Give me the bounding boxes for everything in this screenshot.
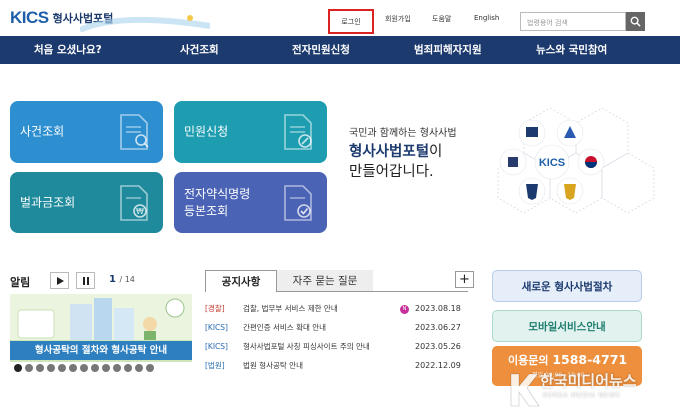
search-button[interactable] xyxy=(626,12,645,31)
slide-dot[interactable] xyxy=(58,364,66,372)
kics-mini-logo: KICS xyxy=(539,157,565,169)
notice-tag: [KICS] xyxy=(205,323,228,332)
slide-dot[interactable] xyxy=(25,364,33,372)
tile-label-line1: 전자약식명령 xyxy=(184,186,251,201)
slide-counter: 1 / 14 xyxy=(109,274,135,285)
promo-suffix: 이 xyxy=(429,144,443,160)
notice-row[interactable]: [KICS] 간편인증 서비스 확대 안내 2023.06.27 xyxy=(205,320,475,336)
notice-title: 검찰, 법무부 서비스 제한 안내 xyxy=(243,304,338,313)
slide-dots xyxy=(14,364,154,372)
nav-item-news[interactable]: 뉴스와 국민참여 xyxy=(536,36,607,64)
main-nav: 처음 오셨나요? 사건조회 전자민원신청 범죄피해자지원 뉴스와 국민참여 xyxy=(0,36,680,64)
tab-divider xyxy=(373,291,468,292)
slide-dot[interactable] xyxy=(146,364,154,372)
slide-dot[interactable] xyxy=(102,364,110,372)
promo-brand: 형사사법포털 xyxy=(349,144,430,160)
tab-faq[interactable]: 자주 묻는 질문 xyxy=(277,270,373,292)
pause-button[interactable] xyxy=(76,272,95,289)
english-link[interactable]: English xyxy=(474,14,499,22)
slide-dot[interactable] xyxy=(36,364,44,372)
agency-hexagon-graphic: KICS xyxy=(497,107,655,214)
contact-label: 이용문의 xyxy=(508,354,549,367)
tile-petition[interactable]: 민원신청 xyxy=(174,101,327,163)
notice-row[interactable]: [KICS] 형사사법포털 사칭 피싱사이트 주의 안내 2023.05.26 xyxy=(205,339,475,355)
tile-label: 민원신청 xyxy=(184,124,229,139)
slide-dot[interactable] xyxy=(69,364,77,372)
new-badge: N xyxy=(400,305,409,314)
notice-date: 2022.12.09 xyxy=(415,361,461,370)
tile-label: 사건조회 xyxy=(20,124,65,139)
slide-dot[interactable] xyxy=(47,364,55,372)
nav-item-e-petition[interactable]: 전자민원신청 xyxy=(292,36,350,64)
promo-line3: 만들어갑니다. xyxy=(349,164,434,180)
help-link[interactable]: 도움말 xyxy=(432,14,451,24)
search-input[interactable]: 법령용어 검색 xyxy=(520,12,626,31)
play-button[interactable] xyxy=(50,272,69,289)
notice-date: 2023.08.18 xyxy=(415,304,461,313)
banner-caption[interactable]: 형사공탁의 절차와 형사공탁 안내 xyxy=(10,341,192,360)
notice-tag: [KICS] xyxy=(205,342,228,351)
notice-title: 간편인증 서비스 확대 안내 xyxy=(243,323,327,332)
search-document-icon xyxy=(120,114,149,150)
slide-dot[interactable] xyxy=(14,364,22,372)
logo-decoration xyxy=(80,15,210,32)
contact-number: 1588-4771 xyxy=(552,352,628,367)
header: KICS 형사사법포털 로그인 회원가입 도움말 English 법령용어 검색 xyxy=(0,0,680,36)
slide-dot[interactable] xyxy=(113,364,121,372)
alarm-title: 알림 xyxy=(10,276,31,289)
slide-dot[interactable] xyxy=(124,364,132,372)
notice-title: 형사사법포털 사칭 피싱사이트 주의 안내 xyxy=(243,342,370,351)
search-icon xyxy=(630,16,641,27)
tab-notice[interactable]: 공지사항 xyxy=(205,270,277,292)
edit-document-icon xyxy=(284,114,312,150)
nav-item-first-visit[interactable]: 처음 오셨나요? xyxy=(34,36,102,64)
notice-row[interactable]: [경찰] 검찰, 법무부 서비스 제한 안내 N 2023.08.18 xyxy=(205,301,475,317)
login-link[interactable]: 로그인 xyxy=(328,9,374,34)
notice-title: 법원 형사공탁 안내 xyxy=(243,361,303,370)
tile-label: 전자약식명령 등본조회 xyxy=(184,186,250,220)
nav-item-case-search[interactable]: 사건조회 xyxy=(180,36,219,64)
promo-line2: 형사사법포털이 xyxy=(349,140,442,161)
notice-tag: [법원] xyxy=(205,361,225,370)
nav-item-victim-support[interactable]: 범죄피해자지원 xyxy=(414,36,482,64)
mobile-service-button[interactable]: 모바일서비스안내 xyxy=(492,310,642,342)
slide-dot[interactable] xyxy=(80,364,88,372)
promo-line1: 국민과 함께하는 형사사법 xyxy=(349,128,457,139)
watermark-subtext: KOREA MEDIA NEWS xyxy=(543,392,621,399)
new-procedure-button[interactable]: 새로운 형사사법절차 xyxy=(492,270,642,302)
tile-case-search[interactable]: 사건조회 xyxy=(10,101,163,163)
notice-row[interactable]: [법원] 법원 형사공탁 안내 2022.12.09 xyxy=(205,358,475,374)
logo-brand: KICS xyxy=(10,8,49,27)
tile-label: 벌과금조회 xyxy=(20,195,76,209)
play-icon xyxy=(56,276,64,285)
slide-dot[interactable] xyxy=(91,364,99,372)
slide-dot[interactable] xyxy=(135,364,143,372)
tile-label-line2: 등본조회 xyxy=(184,203,229,218)
more-button[interactable]: + xyxy=(455,271,474,288)
pause-icon xyxy=(82,276,89,285)
notice-date: 2023.05.26 xyxy=(415,342,461,351)
notice-date: 2023.06.27 xyxy=(415,323,461,332)
watermark-text: 한국미디어뉴스 xyxy=(540,372,637,390)
slide-current: 1 xyxy=(109,274,116,285)
tile-summary-order[interactable]: 전자약식명령 등본조회 xyxy=(174,172,327,233)
check-document-icon xyxy=(284,184,312,221)
won-document-icon: ₩ xyxy=(120,184,148,221)
contact-line: 이용문의 1588-4771 xyxy=(508,352,627,368)
notice-tag: [경찰] xyxy=(205,304,225,313)
svg-text:₩: ₩ xyxy=(136,207,144,216)
join-link[interactable]: 회원가입 xyxy=(385,14,411,24)
slide-total: / 14 xyxy=(119,275,135,284)
tile-fine-search[interactable]: 벌과금조회 ₩ xyxy=(10,172,163,233)
